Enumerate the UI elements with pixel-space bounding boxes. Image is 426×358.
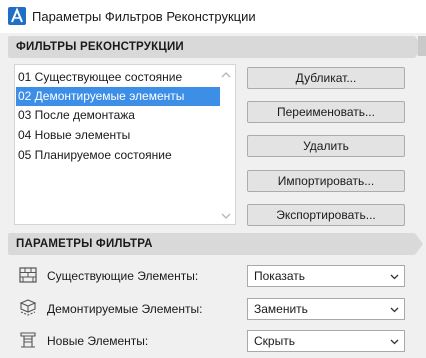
demolished-elements-icon: [19, 299, 37, 316]
list-item-after-demolition[interactable]: 03 После демонтажа: [16, 106, 220, 125]
new-elements-label: Новые Элементы:: [47, 334, 149, 348]
new-elements-icon: [20, 332, 36, 348]
demolished-elements-value: Заменить: [254, 302, 308, 316]
demolished-elements-select[interactable]: Заменить: [247, 298, 405, 320]
rename-button[interactable]: Переименовать...: [247, 101, 405, 123]
chevron-down-icon: [390, 274, 399, 280]
title-bar: Параметры Фильтров Реконструкции: [0, 0, 426, 33]
filters-section-header[interactable]: ФИЛЬТРЫ РЕКОНСТРУКЦИИ: [8, 36, 423, 58]
existing-elements-select[interactable]: Показать: [247, 265, 405, 287]
scroll-up-icon[interactable]: [221, 71, 231, 79]
scrollbar-thumb[interactable]: [418, 36, 426, 56]
window-title: Параметры Фильтров Реконструкции: [32, 9, 256, 24]
existing-elements-label: Существующие Элементы:: [47, 269, 199, 283]
existing-elements-value: Показать: [254, 269, 306, 283]
new-elements-select[interactable]: Скрыть: [247, 330, 405, 352]
new-elements-value: Скрыть: [254, 334, 295, 348]
list-item-new[interactable]: 04 Новые элементы: [16, 126, 220, 145]
list-item-existing[interactable]: 01 Существующее состояние: [16, 68, 220, 87]
export-button[interactable]: Экспортировать...: [247, 204, 405, 226]
demolished-elements-label: Демонтируемые Элементы:: [47, 302, 203, 316]
chevron-down-icon: [390, 339, 399, 345]
delete-button[interactable]: Удалить: [247, 135, 405, 157]
list-item-demolished[interactable]: 02 Демонтируемые элементы: [16, 87, 220, 106]
duplicate-button[interactable]: Дубликат...: [247, 67, 405, 89]
chevron-down-icon: [390, 307, 399, 313]
params-section-header[interactable]: ПАРАМЕТРЫ ФИЛЬТРА: [8, 233, 423, 255]
filter-list[interactable]: 01 Существующее состояние 02 Демонтируем…: [14, 64, 236, 225]
scroll-down-icon[interactable]: [221, 212, 231, 220]
list-item-planned[interactable]: 05 Планируемое состояние: [16, 146, 220, 165]
archicad-app-icon: [8, 7, 26, 25]
import-button[interactable]: Импортировать...: [247, 170, 405, 192]
existing-elements-icon: [19, 267, 37, 283]
